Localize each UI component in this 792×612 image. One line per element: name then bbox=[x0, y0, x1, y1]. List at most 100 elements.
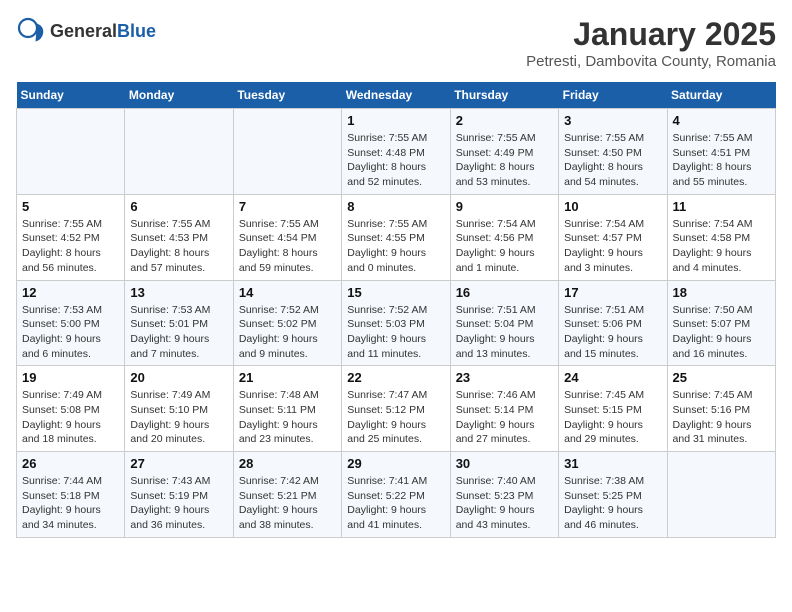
day-info: Sunrise: 7:45 AMSunset: 5:16 PMDaylight:… bbox=[673, 388, 770, 447]
day-cell: 4 Sunrise: 7:55 AMSunset: 4:51 PMDaylight… bbox=[667, 109, 775, 195]
day-cell: 15 Sunrise: 7:52 AMSunset: 5:03 PMDayligh… bbox=[342, 280, 450, 366]
day-number: 29 bbox=[347, 456, 444, 471]
main-title: January 2025 bbox=[526, 16, 776, 53]
calendar-header-row: SundayMondayTuesdayWednesdayThursdayFrid… bbox=[17, 82, 776, 109]
day-cell: 31 Sunrise: 7:38 AMSunset: 5:25 PMDayligh… bbox=[559, 452, 667, 538]
day-info: Sunrise: 7:52 AMSunset: 5:02 PMDaylight:… bbox=[239, 303, 336, 362]
day-info: Sunrise: 7:54 AMSunset: 4:58 PMDaylight:… bbox=[673, 217, 770, 276]
day-cell bbox=[125, 109, 233, 195]
day-info: Sunrise: 7:55 AMSunset: 4:53 PMDaylight:… bbox=[130, 217, 227, 276]
day-number: 5 bbox=[22, 199, 119, 214]
title-area: January 2025 Petresti, Dambovita County,… bbox=[526, 16, 776, 70]
week-row-4: 19 Sunrise: 7:49 AMSunset: 5:08 PMDayligh… bbox=[17, 366, 776, 452]
week-row-3: 12 Sunrise: 7:53 AMSunset: 5:00 PMDayligh… bbox=[17, 280, 776, 366]
day-number: 17 bbox=[564, 285, 661, 300]
day-number: 16 bbox=[456, 285, 553, 300]
day-number: 23 bbox=[456, 370, 553, 385]
day-number: 27 bbox=[130, 456, 227, 471]
day-info: Sunrise: 7:54 AMSunset: 4:56 PMDaylight:… bbox=[456, 217, 553, 276]
day-info: Sunrise: 7:53 AMSunset: 5:01 PMDaylight:… bbox=[130, 303, 227, 362]
logo-blue: Blue bbox=[117, 21, 156, 41]
day-cell: 10 Sunrise: 7:54 AMSunset: 4:57 PMDayligh… bbox=[559, 194, 667, 280]
day-info: Sunrise: 7:50 AMSunset: 5:07 PMDaylight:… bbox=[673, 303, 770, 362]
day-info: Sunrise: 7:47 AMSunset: 5:12 PMDaylight:… bbox=[347, 388, 444, 447]
day-cell: 9 Sunrise: 7:54 AMSunset: 4:56 PMDaylight… bbox=[450, 194, 558, 280]
day-cell bbox=[667, 452, 775, 538]
day-info: Sunrise: 7:55 AMSunset: 4:50 PMDaylight:… bbox=[564, 131, 661, 190]
day-number: 20 bbox=[130, 370, 227, 385]
day-number: 2 bbox=[456, 113, 553, 128]
week-row-1: 1Sunrise: 7:55 AMSunset: 4:48 PMDaylight… bbox=[17, 109, 776, 195]
logo-icon bbox=[16, 16, 46, 46]
day-number: 28 bbox=[239, 456, 336, 471]
day-info: Sunrise: 7:55 AMSunset: 4:49 PMDaylight:… bbox=[456, 131, 553, 190]
day-cell: 2 Sunrise: 7:55 AMSunset: 4:49 PMDaylight… bbox=[450, 109, 558, 195]
day-number: 26 bbox=[22, 456, 119, 471]
header-monday: Monday bbox=[125, 82, 233, 109]
day-number: 21 bbox=[239, 370, 336, 385]
day-number: 25 bbox=[673, 370, 770, 385]
day-number: 1 bbox=[347, 113, 444, 128]
day-cell bbox=[233, 109, 341, 195]
day-number: 4 bbox=[673, 113, 770, 128]
day-info: Sunrise: 7:42 AMSunset: 5:21 PMDaylight:… bbox=[239, 474, 336, 533]
day-info: Sunrise: 7:51 AMSunset: 5:06 PMDaylight:… bbox=[564, 303, 661, 362]
day-info: Sunrise: 7:52 AMSunset: 5:03 PMDaylight:… bbox=[347, 303, 444, 362]
day-number: 31 bbox=[564, 456, 661, 471]
day-number: 6 bbox=[130, 199, 227, 214]
subtitle: Petresti, Dambovita County, Romania bbox=[526, 53, 776, 70]
day-info: Sunrise: 7:55 AMSunset: 4:52 PMDaylight:… bbox=[22, 217, 119, 276]
header: GeneralBlue January 2025 Petresti, Dambo… bbox=[16, 16, 776, 70]
day-cell: 6 Sunrise: 7:55 AMSunset: 4:53 PMDaylight… bbox=[125, 194, 233, 280]
day-cell: 29 Sunrise: 7:41 AMSunset: 5:22 PMDayligh… bbox=[342, 452, 450, 538]
day-number: 12 bbox=[22, 285, 119, 300]
day-cell: 21 Sunrise: 7:48 AMSunset: 5:11 PMDayligh… bbox=[233, 366, 341, 452]
day-number: 19 bbox=[22, 370, 119, 385]
day-cell: 17 Sunrise: 7:51 AMSunset: 5:06 PMDayligh… bbox=[559, 280, 667, 366]
day-number: 7 bbox=[239, 199, 336, 214]
day-info: Sunrise: 7:41 AMSunset: 5:22 PMDaylight:… bbox=[347, 474, 444, 533]
week-row-5: 26 Sunrise: 7:44 AMSunset: 5:18 PMDayligh… bbox=[17, 452, 776, 538]
day-info: Sunrise: 7:49 AMSunset: 5:08 PMDaylight:… bbox=[22, 388, 119, 447]
day-cell: 16Sunrise: 7:51 AMSunset: 5:04 PMDayligh… bbox=[450, 280, 558, 366]
day-number: 13 bbox=[130, 285, 227, 300]
day-info: Sunrise: 7:44 AMSunset: 5:18 PMDaylight:… bbox=[22, 474, 119, 533]
day-number: 30 bbox=[456, 456, 553, 471]
day-info: Sunrise: 7:40 AMSunset: 5:23 PMDaylight:… bbox=[456, 474, 553, 533]
day-cell: 8 Sunrise: 7:55 AMSunset: 4:55 PMDaylight… bbox=[342, 194, 450, 280]
day-info: Sunrise: 7:55 AMSunset: 4:51 PMDaylight:… bbox=[673, 131, 770, 190]
day-cell: 23 Sunrise: 7:46 AMSunset: 5:14 PMDayligh… bbox=[450, 366, 558, 452]
day-cell: 11Sunrise: 7:54 AMSunset: 4:58 PMDayligh… bbox=[667, 194, 775, 280]
day-number: 18 bbox=[673, 285, 770, 300]
day-cell: 5 Sunrise: 7:55 AMSunset: 4:52 PMDaylight… bbox=[17, 194, 125, 280]
day-info: Sunrise: 7:45 AMSunset: 5:15 PMDaylight:… bbox=[564, 388, 661, 447]
header-sunday: Sunday bbox=[17, 82, 125, 109]
header-saturday: Saturday bbox=[667, 82, 775, 109]
day-info: Sunrise: 7:53 AMSunset: 5:00 PMDaylight:… bbox=[22, 303, 119, 362]
day-info: Sunrise: 7:43 AMSunset: 5:19 PMDaylight:… bbox=[130, 474, 227, 533]
header-thursday: Thursday bbox=[450, 82, 558, 109]
day-info: Sunrise: 7:46 AMSunset: 5:14 PMDaylight:… bbox=[456, 388, 553, 447]
day-cell: 19 Sunrise: 7:49 AMSunset: 5:08 PMDayligh… bbox=[17, 366, 125, 452]
day-cell: 26 Sunrise: 7:44 AMSunset: 5:18 PMDayligh… bbox=[17, 452, 125, 538]
day-cell: 24 Sunrise: 7:45 AMSunset: 5:15 PMDayligh… bbox=[559, 366, 667, 452]
header-tuesday: Tuesday bbox=[233, 82, 341, 109]
day-cell: 22Sunrise: 7:47 AMSunset: 5:12 PMDayligh… bbox=[342, 366, 450, 452]
day-info: Sunrise: 7:54 AMSunset: 4:57 PMDaylight:… bbox=[564, 217, 661, 276]
day-info: Sunrise: 7:55 AMSunset: 4:55 PMDaylight:… bbox=[347, 217, 444, 276]
day-number: 24 bbox=[564, 370, 661, 385]
header-wednesday: Wednesday bbox=[342, 82, 450, 109]
day-cell: 14Sunrise: 7:52 AMSunset: 5:02 PMDayligh… bbox=[233, 280, 341, 366]
day-info: Sunrise: 7:48 AMSunset: 5:11 PMDaylight:… bbox=[239, 388, 336, 447]
day-number: 10 bbox=[564, 199, 661, 214]
day-cell: 7Sunrise: 7:55 AMSunset: 4:54 PMDaylight… bbox=[233, 194, 341, 280]
day-info: Sunrise: 7:38 AMSunset: 5:25 PMDaylight:… bbox=[564, 474, 661, 533]
day-number: 8 bbox=[347, 199, 444, 214]
day-cell: 27 Sunrise: 7:43 AMSunset: 5:19 PMDayligh… bbox=[125, 452, 233, 538]
day-cell: 12 Sunrise: 7:53 AMSunset: 5:00 PMDayligh… bbox=[17, 280, 125, 366]
day-cell: 25 Sunrise: 7:45 AMSunset: 5:16 PMDayligh… bbox=[667, 366, 775, 452]
day-cell: 3Sunrise: 7:55 AMSunset: 4:50 PMDaylight… bbox=[559, 109, 667, 195]
day-number: 9 bbox=[456, 199, 553, 214]
header-friday: Friday bbox=[559, 82, 667, 109]
day-number: 15 bbox=[347, 285, 444, 300]
